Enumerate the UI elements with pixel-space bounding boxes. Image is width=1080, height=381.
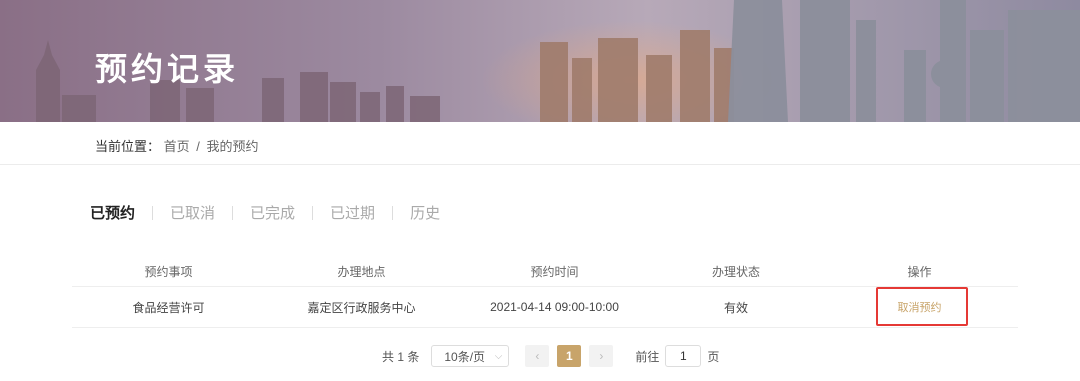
total-count: 共 1 条: [382, 349, 420, 364]
tab-divider: [232, 205, 234, 220]
tab-divider: [152, 205, 154, 220]
page-size-select[interactable]: 10条/页 ⌵: [431, 345, 510, 367]
next-page-button[interactable]: ›: [589, 345, 614, 367]
cell-action: 取消预约: [821, 299, 1018, 315]
cell-location: 嘉定区行政服务中心: [307, 300, 416, 315]
tab-divider: [392, 205, 394, 220]
tab-reserved[interactable]: 已预约: [90, 202, 135, 223]
breadcrumb-separator: /: [196, 139, 200, 154]
tab-cancelled[interactable]: 已取消: [170, 202, 215, 223]
column-header-action: 操作: [907, 264, 932, 279]
column-header-time: 预约时间: [530, 264, 579, 279]
prev-page-button[interactable]: ‹: [525, 345, 550, 367]
goto-label: 前往: [635, 349, 660, 364]
table-row: 食品经营许可 嘉定区行政服务中心 2021-04-14 09:00-10:00 …: [72, 287, 1018, 328]
tab-history[interactable]: 历史: [410, 202, 440, 223]
cell-status: 有效: [723, 300, 748, 315]
chevron-down-icon: ⌵: [494, 350, 503, 362]
goto-page-input[interactable]: 1: [665, 345, 702, 367]
breadcrumb-divider: [0, 164, 1080, 165]
breadcrumb-current: 我的预约: [206, 139, 259, 154]
appointments-table: 预约事项 办理地点 预约时间 办理状态 操作 食品经营许可 嘉定区行政服务中心 …: [72, 256, 1018, 328]
tab-completed[interactable]: 已完成: [250, 202, 295, 223]
page-title: 预约记录: [95, 51, 240, 87]
column-header-status: 办理状态: [711, 264, 760, 279]
table-header-row: 预约事项 办理地点 预约时间 办理状态 操作: [72, 256, 1018, 287]
cancel-appointment-button[interactable]: 取消预约: [898, 302, 942, 314]
tab-divider: [312, 205, 314, 220]
breadcrumb-home-link[interactable]: 首页: [164, 139, 190, 154]
breadcrumb-label: 当前位置：: [95, 139, 161, 154]
breadcrumb: 当前位置： 首页 / 我的预约: [95, 136, 259, 155]
chevron-right-icon: ›: [599, 349, 604, 363]
status-tabs: 已预约 已取消 已完成 已过期 历史: [90, 202, 440, 223]
chevron-left-icon: ‹: [535, 349, 540, 363]
page-size-value: 10条/页: [444, 349, 486, 364]
tab-expired[interactable]: 已过期: [330, 202, 375, 223]
pagination: 共 1 条 10条/页 ⌵ ‹ 1 › 前往 1 页: [382, 345, 719, 367]
column-header-location: 办理地点: [337, 264, 386, 279]
page-number-button[interactable]: 1: [557, 345, 582, 367]
page-suffix-label: 页: [707, 349, 720, 364]
page-banner: 预约记录: [0, 0, 1080, 122]
cell-item: 食品经营许可: [132, 300, 205, 315]
cell-time: 2021-04-14 09:00-10:00: [490, 300, 619, 314]
column-header-item: 预约事项: [144, 264, 193, 279]
